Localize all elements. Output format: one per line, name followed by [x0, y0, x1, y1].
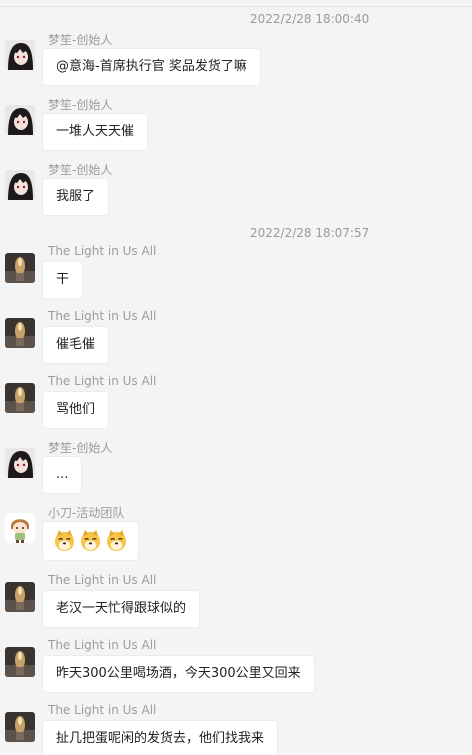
sender-name: 小刀-活动团队 — [48, 506, 125, 520]
doge-emoji-icon — [106, 529, 127, 551]
emoji-group — [53, 522, 128, 558]
message-bubble[interactable]: @意海-首席执行官 奖品发货了嘛 — [42, 48, 261, 86]
message-row: The Light in Us All 催毛催 — [0, 309, 472, 376]
dark-hair-avatar-icon[interactable] — [5, 105, 35, 135]
sender-name: 梦笙-创始人 — [48, 33, 113, 47]
message-bubble[interactable]: 我服了 — [42, 178, 110, 216]
message-row: 梦笙-创始人 一堆人天天催 — [0, 98, 472, 163]
message-bubble[interactable]: 昨天300公里喝场酒，今天300公里又回来 — [42, 655, 315, 693]
message-bubble[interactable]: 一堆人天天催 — [42, 113, 149, 151]
message-row: The Light in Us All 昨天300公里喝场酒，今天300公里又回… — [0, 638, 472, 705]
timestamp: 2022/2/28 18:07:57 — [250, 226, 370, 240]
message-row: The Light in Us All 老汉一天忙得跟球似的 — [0, 573, 472, 640]
sender-name: 梦笙-创始人 — [48, 98, 113, 112]
sender-name: The Light in Us All — [48, 244, 157, 258]
message-bubble[interactable]: 老汉一天忙得跟球似的 — [42, 590, 201, 628]
sender-name: The Light in Us All — [48, 573, 157, 587]
message-row: 梦笙-创始人 ... — [0, 441, 472, 506]
message-bubble[interactable]: 催毛催 — [42, 326, 110, 364]
candle-photo-avatar-icon[interactable] — [5, 582, 35, 612]
sender-name: The Light in Us All — [48, 309, 157, 323]
candle-photo-avatar-icon[interactable] — [5, 712, 35, 742]
message-row: 梦笙-创始人 @意海-首席执行官 奖品发货了嘛 — [0, 33, 472, 98]
candle-photo-avatar-icon[interactable] — [5, 383, 35, 413]
dark-hair-avatar-icon[interactable] — [5, 448, 35, 478]
candle-photo-avatar-icon[interactable] — [5, 647, 35, 677]
message-bubble[interactable]: 干 — [42, 261, 84, 299]
sender-name: 梦笙-创始人 — [48, 163, 113, 177]
top-divider — [0, 6, 472, 7]
candle-photo-avatar-icon[interactable] — [5, 253, 35, 283]
message-row: The Light in Us All 扯几把蛋呢闲的发货去，他们找我来 — [0, 703, 472, 755]
doge-emoji-icon — [54, 529, 75, 551]
message-row: 小刀-活动团队 — [0, 506, 472, 571]
message-row: The Light in Us All 骂他们 — [0, 374, 472, 441]
dark-hair-avatar-icon[interactable] — [5, 40, 35, 70]
sender-name: The Light in Us All — [48, 638, 157, 652]
chibi-character-avatar-icon[interactable] — [5, 513, 35, 543]
timestamp: 2022/2/28 18:00:40 — [250, 12, 370, 26]
doge-emoji-icon — [80, 529, 101, 551]
message-row: 梦笙-创始人 我服了 — [0, 163, 472, 228]
sender-name: The Light in Us All — [48, 374, 157, 388]
message-bubble[interactable] — [42, 521, 139, 561]
sender-name: The Light in Us All — [48, 703, 157, 717]
sender-name: 梦笙-创始人 — [48, 441, 113, 455]
message-row: The Light in Us All 干 — [0, 244, 472, 311]
candle-photo-avatar-icon[interactable] — [5, 318, 35, 348]
dark-hair-avatar-icon[interactable] — [5, 170, 35, 200]
message-bubble[interactable]: ... — [42, 456, 83, 494]
chat-history[interactable]: 2022/2/28 18:00:40 梦笙-创始人 @意海-首席执行官 奖品发货… — [0, 0, 472, 755]
message-bubble[interactable]: 骂他们 — [42, 391, 110, 429]
message-bubble[interactable]: 扯几把蛋呢闲的发货去，他们找我来 — [42, 720, 279, 755]
